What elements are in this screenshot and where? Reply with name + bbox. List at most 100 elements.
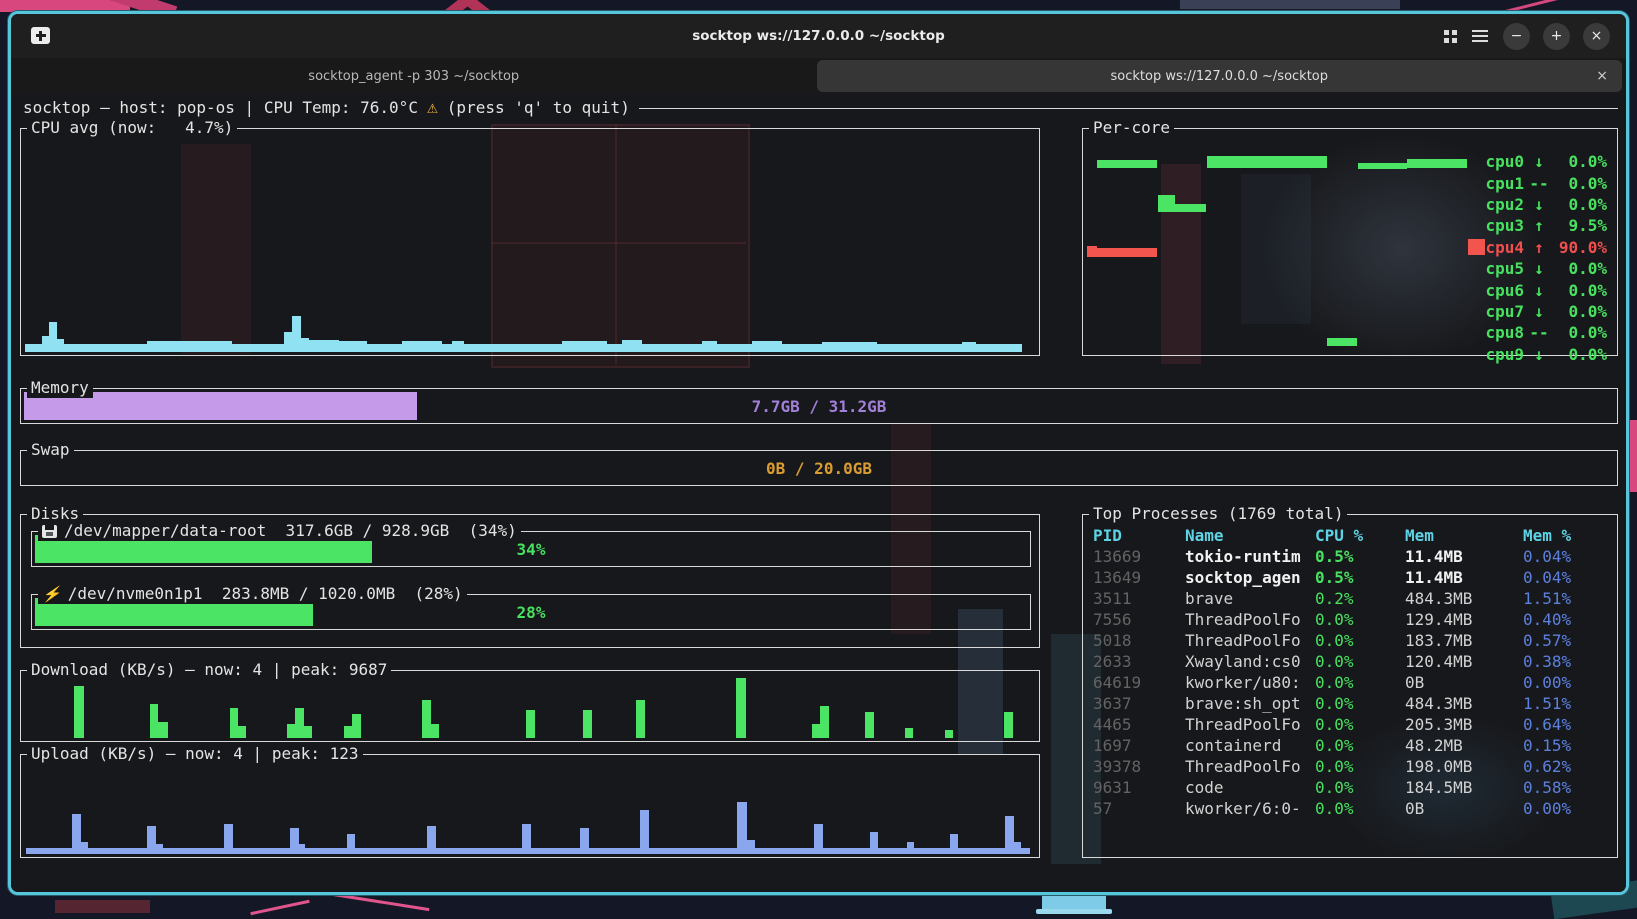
core-name: cpu8 (1485, 323, 1524, 342)
status-line: socktop — host: pop-os | CPU Temp: 76.0°… (23, 98, 1618, 117)
process-cpu: 0.0% (1315, 757, 1405, 776)
hamburger-menu-icon[interactable] (1472, 35, 1488, 38)
memory-panel: Memory 7.7GB / 31.2GB (20, 388, 1618, 424)
process-pid: 64619 (1093, 673, 1185, 692)
upload-bar (1014, 842, 1021, 854)
upload-bar (640, 810, 649, 854)
download-bar (295, 708, 304, 738)
process-cpu: 0.5% (1315, 568, 1405, 587)
tab-bar: socktop_agent -p 303 ~/socktop socktop w… (11, 58, 1626, 94)
core-value: 0.0% (1554, 281, 1607, 300)
process-name: ThreadPoolFo (1185, 715, 1315, 734)
process-row: 13669tokio-runtim0.5%11.4MB0.04% (1093, 546, 1611, 567)
core-value: 0.0% (1554, 345, 1607, 364)
core-name: cpu1 (1485, 174, 1524, 193)
process-row: 57kworker/6:0-0.0%0B0.00% (1093, 798, 1611, 819)
core-trend-icon: ↓ (1524, 281, 1554, 300)
process-pid: 2633 (1093, 652, 1185, 671)
core-row: cpu8--0.0% (1485, 322, 1607, 343)
layout-grid-icon[interactable] (1444, 30, 1457, 43)
minimize-button[interactable]: − (1503, 23, 1530, 50)
upload-bar (156, 844, 163, 854)
wallpaper-laptop-base (1036, 909, 1112, 914)
process-pid: 39378 (1093, 757, 1185, 776)
core-spark-bar (1158, 195, 1175, 212)
core-spark-bar (1207, 156, 1327, 168)
download-bar (238, 726, 246, 738)
download-bar (287, 724, 295, 738)
cpu-avg-bar (702, 341, 717, 352)
process-row: 13649socktop_agen0.5%11.4MB0.04% (1093, 567, 1611, 588)
process-mem-percent: 1.51% (1523, 589, 1611, 608)
process-mem-percent: 0.04% (1523, 568, 1611, 587)
process-rows: 13669tokio-runtim0.5%11.4MB0.04%13649soc… (1093, 546, 1611, 819)
cpu-avg-bar (284, 332, 292, 352)
process-pid: 3511 (1093, 589, 1185, 608)
cpu-avg-title: CPU avg (now: 4.7%) (27, 118, 237, 138)
core-name: cpu3 (1485, 216, 1524, 235)
upload-bar (950, 834, 958, 854)
memory-gauge: 7.7GB / 31.2GB (24, 392, 1614, 420)
process-name: ThreadPoolFo (1185, 610, 1315, 629)
col-cpu: CPU % (1315, 526, 1405, 545)
download-bar (820, 706, 829, 738)
terminal-window: socktop ws://127.0.0.0 ~/socktop − + × s… (8, 11, 1629, 895)
process-mem: 484.3MB (1405, 694, 1523, 713)
core-value: 0.0% (1554, 174, 1607, 193)
download-bar (905, 728, 913, 738)
core-value: 0.0% (1554, 259, 1607, 278)
download-bar (431, 724, 439, 738)
tab-close-icon[interactable]: × (1596, 68, 1608, 84)
status-rule (639, 108, 1618, 109)
wallpaper-right-sliver (1630, 420, 1637, 492)
process-mem: 11.4MB (1405, 547, 1523, 566)
process-cpu: 0.0% (1315, 610, 1405, 629)
download-bar (344, 726, 352, 738)
core-trend-icon: ↓ (1524, 152, 1554, 171)
download-bar (736, 678, 746, 738)
process-pid: 3637 (1093, 694, 1185, 713)
process-mem: 11.4MB (1405, 568, 1523, 587)
maximize-button[interactable]: + (1543, 23, 1570, 50)
download-bar (150, 704, 158, 738)
process-cpu: 0.0% (1315, 673, 1405, 692)
disk-title: /dev/nvme0n1p1 283.8MB / 1020.0MB (28%) (68, 584, 463, 604)
core-trend-icon: ↓ (1524, 195, 1554, 214)
cpu-avg-bar (402, 341, 442, 352)
tab-socktop-active[interactable]: socktop ws://127.0.0.0 ~/socktop × (817, 60, 1623, 92)
core-value: 0.0% (1554, 152, 1607, 171)
process-pid: 13669 (1093, 547, 1185, 566)
window-titlebar[interactable]: socktop ws://127.0.0.0 ~/socktop − + × (11, 14, 1626, 58)
tab-socktop-agent[interactable]: socktop_agent -p 303 ~/socktop (11, 58, 817, 94)
upload-bar (580, 828, 589, 854)
core-spark-bar (1097, 160, 1157, 168)
core-spark-bar (1468, 239, 1485, 255)
process-mem-percent: 0.15% (1523, 736, 1611, 755)
process-cpu: 0.5% (1315, 547, 1405, 566)
process-row: 5018ThreadPoolFo0.0%183.7MB0.57% (1093, 630, 1611, 651)
window-title: socktop ws://127.0.0.0 ~/socktop (11, 14, 1626, 58)
core-row: cpu9↓0.0% (1485, 344, 1607, 365)
cpu-avg-bar (49, 322, 57, 352)
process-name: socktop_agen (1185, 568, 1315, 587)
process-cpu: 0.0% (1315, 799, 1405, 818)
tab-label: socktop ws://127.0.0.0 ~/socktop (1110, 69, 1328, 84)
download-bar (74, 686, 84, 738)
process-pid: 9631 (1093, 778, 1185, 797)
core-trend-icon: ↓ (1524, 259, 1554, 278)
process-name: ThreadPoolFo (1185, 757, 1315, 776)
col-name: Name (1185, 526, 1315, 545)
core-row: cpu5↓0.0% (1485, 258, 1607, 279)
process-name: ThreadPoolFo (1185, 631, 1315, 650)
cpu-avg-panel: CPU avg (now: 4.7%) (20, 128, 1040, 356)
wallpaper-slate-band (1180, 0, 1400, 9)
process-mem-percent: 0.00% (1523, 799, 1611, 818)
upload-bar (298, 844, 305, 854)
core-trend-icon: ↓ (1524, 302, 1554, 321)
cpu-avg-bar (292, 316, 301, 352)
upload-bar (737, 802, 747, 854)
process-mem: 0B (1405, 799, 1523, 818)
swap-gauge: 0B / 20.0GB (24, 454, 1614, 482)
close-button[interactable]: × (1583, 23, 1610, 50)
cpu-avg-bar (622, 340, 642, 352)
